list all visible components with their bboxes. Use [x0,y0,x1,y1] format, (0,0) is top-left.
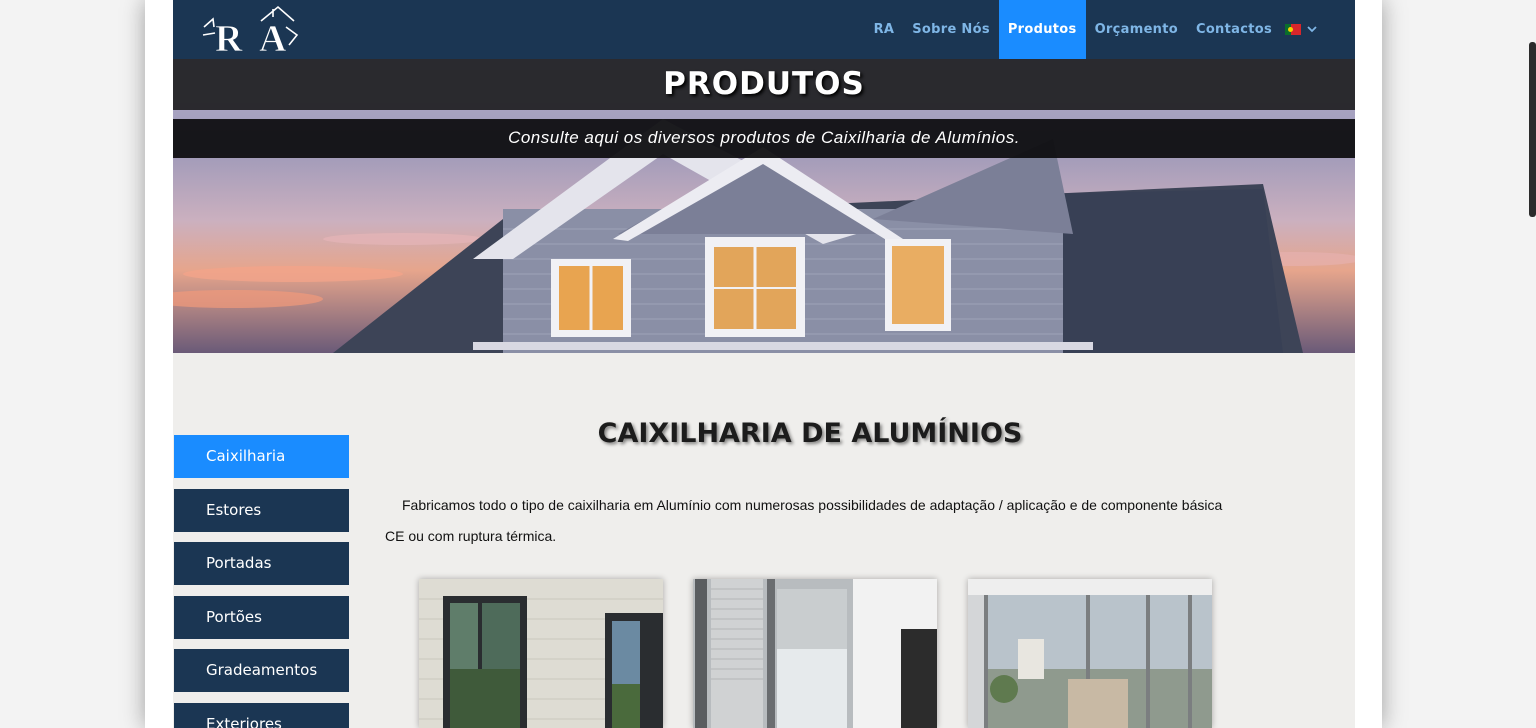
sidebar-item-portadas[interactable]: Portadas [174,542,349,585]
chevron-down-icon [1307,26,1317,33]
sidebar-item-portoes[interactable]: Portões [174,595,349,639]
product-image-1[interactable] [419,579,663,728]
scrollbar-thumb[interactable] [1529,42,1536,217]
page-title: PRODUTOS [663,66,865,102]
page-subtitle: Consulte aqui os diversos produtos de Ca… [508,128,1020,147]
top-navbar: R A RA Sobre Nós Produtos Orçamento Cont… [173,0,1355,60]
company-logo[interactable]: R A [201,5,301,60]
main-nav: RA Sobre Nós Produtos Orçamento Contacto… [865,0,1355,59]
nav-item-ra[interactable]: RA [865,0,904,59]
nav-item-orcamento[interactable]: Orçamento [1086,0,1187,59]
portugal-flag-icon [1285,24,1301,35]
sidebar-item-exteriores[interactable]: Exteriores [174,702,349,728]
product-image-2[interactable] [693,579,937,728]
product-image-3[interactable] [968,579,1212,728]
sidebar-item-estores[interactable]: Estores [174,488,349,532]
product-category-menu: Caixilharia Estores Portadas Portões Gra… [174,435,349,728]
nav-item-produtos[interactable]: Produtos [998,0,1086,59]
nav-item-sobre-nos[interactable]: Sobre Nós [903,0,999,59]
sidebar-item-caixilharia[interactable]: Caixilharia [174,435,349,478]
section-description: Fabricamos todo o tipo de caixilharia em… [385,497,1223,544]
svg-text:A: A [259,18,287,55]
sidebar-item-gradeamentos[interactable]: Gradeamentos [174,649,349,692]
svg-text:R: R [215,18,243,55]
language-selector[interactable] [1281,0,1355,59]
hero-banner: PRODUTOS Consulte aqui os diversos produ… [173,59,1355,353]
nav-item-contactos[interactable]: Contactos [1187,0,1281,59]
section-title: CAIXILHARIA DE ALUMÍNIOS [597,418,1023,449]
